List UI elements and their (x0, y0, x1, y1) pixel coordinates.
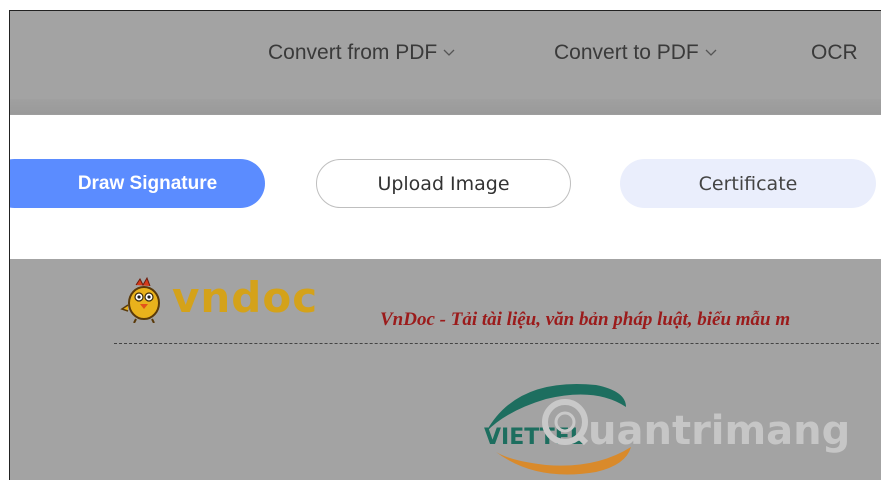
chevron-down-icon (705, 49, 717, 56)
quantrimang-logo-icon (542, 399, 589, 446)
vndoc-logo: vndoc (120, 273, 318, 323)
upload-image-button[interactable]: Upload Image (316, 159, 571, 208)
nav-convert-to-pdf-label: Convert to PDF (554, 41, 699, 64)
nav-convert-from-pdf-label: Convert from PDF (268, 41, 438, 64)
nav-convert-from-pdf[interactable]: Convert from PDF (268, 41, 455, 65)
draw-signature-button[interactable]: Draw Signature (10, 159, 265, 208)
chevron-down-icon (443, 49, 455, 56)
draw-signature-label: Draw Signature (77, 172, 218, 194)
nav-ocr-label: OCR (811, 41, 858, 64)
header-divider (114, 343, 881, 344)
nav-ocr[interactable]: OCR (811, 41, 858, 65)
vndoc-logo-text: vndoc (172, 273, 319, 322)
certificate-label: Certificate (698, 172, 798, 195)
certificate-button[interactable]: Certificate (620, 159, 876, 208)
nav-convert-to-pdf[interactable]: Convert to PDF (554, 41, 717, 65)
document-header-text: VnDoc - Tải tài liệu, văn bản pháp luật,… (380, 309, 791, 330)
nav-divider (10, 99, 881, 114)
document-preview: vndoc VnDoc - Tải tài liệu, văn bản pháp… (10, 259, 881, 480)
watermark-text: uantrimang (588, 408, 851, 454)
app-frame: Convert from PDF Convert to PDF OCR Draw… (9, 10, 881, 480)
signature-options-panel: Draw Signature Upload Image Certificate (10, 115, 881, 259)
upload-image-label: Upload Image (377, 172, 510, 195)
chicken-mascot-icon (120, 276, 160, 323)
top-nav: Convert from PDF Convert to PDF OCR (10, 11, 881, 101)
